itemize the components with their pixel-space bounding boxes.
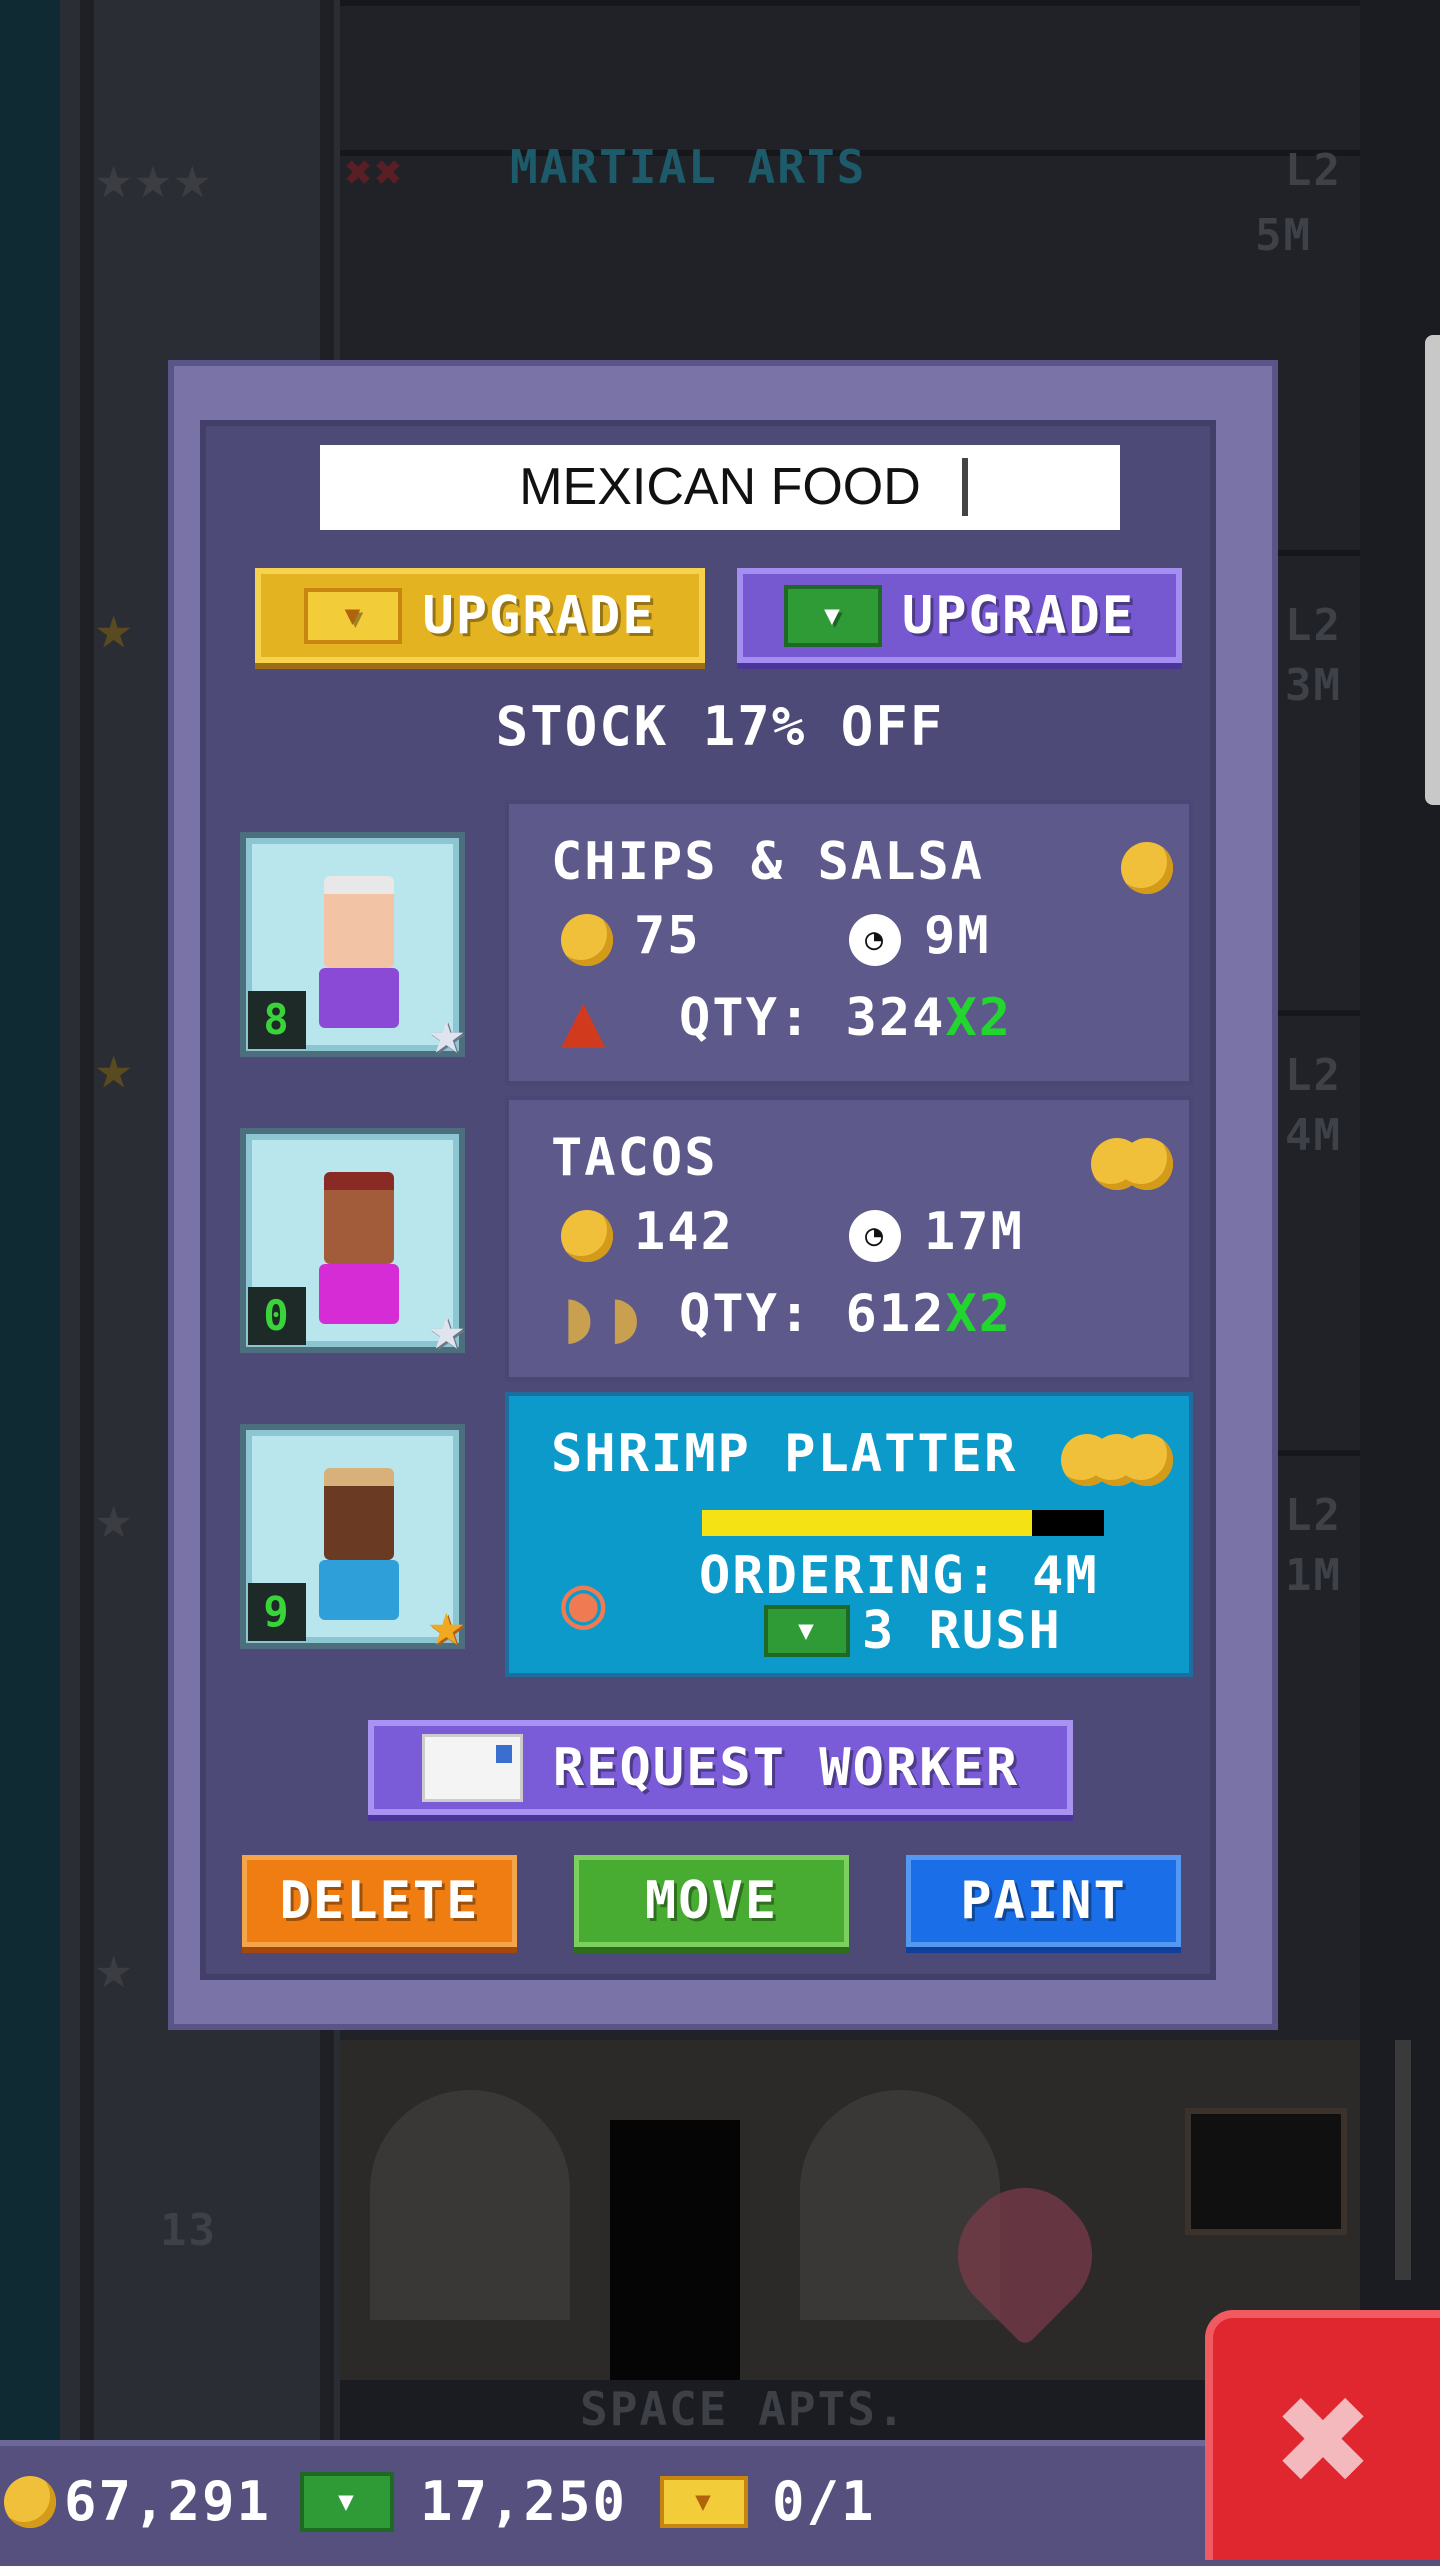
envelope-icon bbox=[421, 1733, 523, 1802]
clock-icon: ◔ bbox=[849, 914, 901, 966]
paint-label: PAINT bbox=[960, 1871, 1127, 1931]
bg-side-time: 1M bbox=[1285, 1550, 1342, 1601]
qty-multiplier: X2 bbox=[945, 1284, 1013, 1344]
tickets-display: ▼ 0/1 bbox=[660, 2470, 876, 2533]
elevator-indicator bbox=[1395, 2040, 1411, 2280]
close-button[interactable]: ✖ bbox=[1205, 2310, 1440, 2560]
item-price: 142 bbox=[634, 1202, 734, 1262]
stock-tier-coin-icon bbox=[1121, 1434, 1173, 1486]
golden-ticket-icon: ▼ bbox=[660, 2475, 748, 2528]
side-scroll-handle[interactable] bbox=[1425, 335, 1440, 805]
delete-button[interactable]: DELETE bbox=[242, 1855, 517, 1947]
request-worker-button[interactable]: REQUEST WORKER bbox=[368, 1720, 1073, 1815]
floor-star-icon: ★ bbox=[95, 1930, 135, 2003]
silver-star-icon: ★ bbox=[427, 995, 467, 1068]
gold-star-icon: ★ bbox=[427, 1587, 467, 1660]
coin-icon bbox=[561, 914, 613, 966]
rush-label: 3 RUSH bbox=[862, 1601, 1062, 1661]
stock-tier-coin-icon bbox=[1121, 1138, 1173, 1190]
item-qty: QTY: 324X2 bbox=[679, 988, 1013, 1048]
item-price: 75 bbox=[634, 906, 701, 966]
worker-card[interactable]: 9 ★ bbox=[240, 1424, 465, 1655]
ordering-status: ORDERING: 4M bbox=[699, 1546, 1099, 1606]
stock-row-chips-salsa[interactable]: CHIPS & SALSA 75 ◔ 9M ▲ QTY: 324X2 bbox=[505, 800, 1193, 1085]
floor-star-icon: ★ bbox=[95, 1030, 135, 1103]
close-icon: ✖ bbox=[1277, 2345, 1376, 2532]
bg-side-time: 3M bbox=[1285, 660, 1342, 711]
chips-salsa-icon: ▲ bbox=[561, 977, 608, 1063]
bg-shop-level: L2 bbox=[1285, 145, 1342, 196]
bg-shop-time: 5M bbox=[1255, 210, 1312, 261]
bux-value: 17,250 bbox=[420, 2470, 628, 2533]
ordering-progress-fill bbox=[702, 1510, 1032, 1536]
bg-window bbox=[370, 2090, 570, 2320]
floor-star-icon: ★ bbox=[95, 590, 135, 663]
item-time: 17M bbox=[924, 1202, 1024, 1262]
qty-multiplier: X2 bbox=[945, 988, 1013, 1048]
floor-star-icon: ★ bbox=[95, 1480, 135, 1553]
text-caret bbox=[962, 458, 968, 516]
bg-side-level: L2 bbox=[1285, 1490, 1342, 1541]
floor-star-icon: ★★★ bbox=[95, 140, 213, 213]
coin-icon bbox=[561, 1210, 613, 1262]
item-name: TACOS bbox=[551, 1128, 718, 1188]
shrimp-platter-icon: ◉ bbox=[561, 1559, 608, 1645]
worker-level-badge: 8 bbox=[248, 991, 306, 1049]
tower-bux-icon: ▼ bbox=[300, 2471, 394, 2532]
bg-side-level: L2 bbox=[1285, 1050, 1342, 1101]
item-qty: QTY: 612X2 bbox=[679, 1284, 1013, 1344]
upgrade-gold-button[interactable]: ▼ UPGRADE bbox=[255, 568, 705, 663]
bg-side-level: L2 bbox=[1285, 600, 1342, 651]
bg-door bbox=[610, 2120, 740, 2380]
upgrade-bux-button[interactable]: ▼ UPGRADE bbox=[737, 568, 1182, 663]
item-name: CHIPS & SALSA bbox=[551, 832, 984, 892]
worker-avatar bbox=[314, 1172, 404, 1324]
coins-value: 67,291 bbox=[64, 2470, 272, 2533]
worker-avatar bbox=[314, 1468, 404, 1620]
clock-icon: ◔ bbox=[849, 1210, 901, 1262]
empty-slot-icon: ✖✖ bbox=[345, 145, 405, 199]
coin-icon bbox=[4, 2475, 56, 2528]
bg-shop-label: MARTIAL ARTS bbox=[510, 140, 867, 194]
floor-number: 13 bbox=[160, 2205, 217, 2256]
item-time: 9M bbox=[924, 906, 991, 966]
tower-edge bbox=[0, 0, 60, 2440]
stock-row-tacos[interactable]: TACOS 142 ◔ 17M ◗◗ QTY: 612X2 bbox=[505, 1096, 1193, 1381]
golden-ticket-icon: ▼ bbox=[304, 587, 403, 644]
worker-avatar bbox=[314, 876, 404, 1028]
paint-button[interactable]: PAINT bbox=[906, 1855, 1181, 1947]
tickets-value: 0/1 bbox=[772, 2470, 876, 2533]
silver-star-icon: ★ bbox=[427, 1291, 467, 1364]
upgrade-bux-label: UPGRADE bbox=[901, 585, 1136, 646]
bg-floor-label: SPACE APTS. bbox=[580, 2382, 907, 2436]
worker-card[interactable]: 8 ★ bbox=[240, 832, 465, 1063]
upgrade-gold-label: UPGRADE bbox=[422, 585, 656, 646]
stock-discount-text: STOCK 17% OFF bbox=[495, 695, 945, 758]
rush-button[interactable]: ▼ 3 RUSH bbox=[764, 1601, 1062, 1661]
item-name: SHRIMP PLATTER bbox=[551, 1424, 1018, 1484]
coins-display: 67,291 bbox=[4, 2470, 271, 2533]
floor-top bbox=[340, 0, 1360, 156]
worker-card[interactable]: 0 ★ bbox=[240, 1128, 465, 1359]
delete-label: DELETE bbox=[279, 1871, 480, 1931]
floor-name-input[interactable] bbox=[320, 445, 1120, 530]
stock-tier-coin-icon bbox=[1121, 842, 1173, 894]
worker-level-badge: 0 bbox=[248, 1287, 306, 1345]
request-worker-label: REQUEST WORKER bbox=[552, 1737, 1020, 1798]
tower-bux-icon: ▼ bbox=[764, 1605, 850, 1657]
worker-level-badge: 9 bbox=[248, 1583, 306, 1641]
tower-bux-icon: ▼ bbox=[783, 584, 882, 647]
bg-side-time: 4M bbox=[1285, 1110, 1342, 1161]
move-label: MOVE bbox=[644, 1871, 779, 1931]
bg-menu-board bbox=[1185, 2108, 1347, 2235]
move-button[interactable]: MOVE bbox=[574, 1855, 849, 1947]
taco-icon: ◗◗ bbox=[557, 1273, 651, 1359]
bux-display: ▼ 17,250 bbox=[300, 2470, 627, 2533]
